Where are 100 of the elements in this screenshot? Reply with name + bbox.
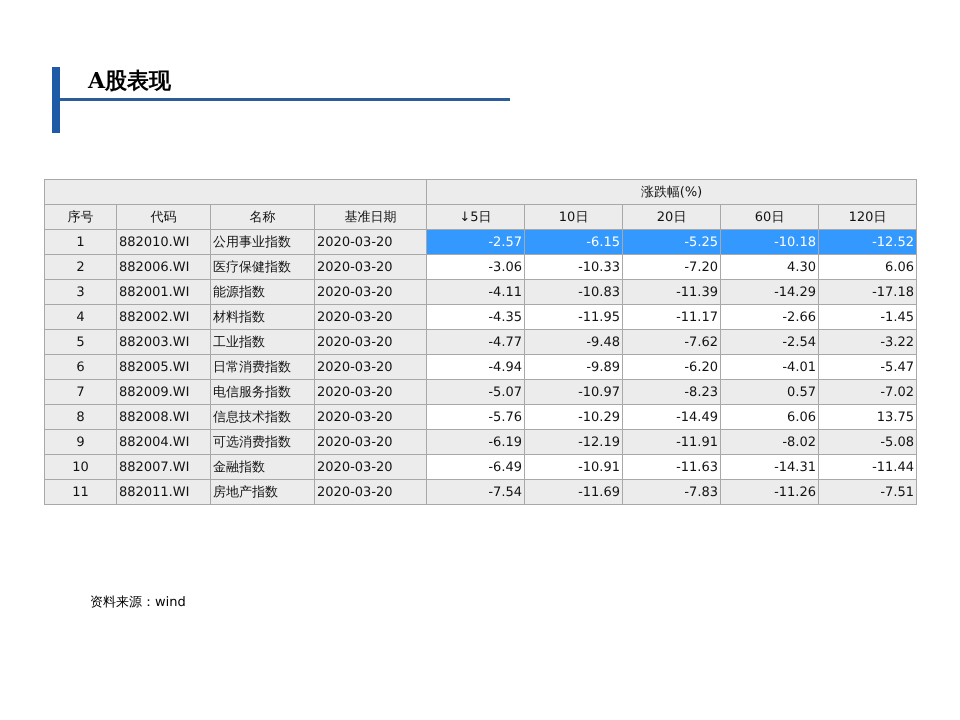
column-header[interactable]: ↓5日: [426, 204, 524, 230]
table-cell: 5: [44, 330, 116, 354]
table-cell: 2020-03-20: [314, 404, 426, 430]
table-cell: -11.17: [622, 304, 720, 330]
table-cell: -11.63: [622, 454, 720, 480]
table-cell: -11.26: [720, 480, 818, 504]
table-cell: -4.35: [426, 304, 524, 330]
column-header[interactable]: 10日: [524, 204, 622, 230]
table-cell: 882008.WI: [116, 404, 210, 430]
table-cell: -10.83: [524, 280, 622, 304]
table-cell: -11.95: [524, 304, 622, 330]
table-cell: -8.02: [720, 430, 818, 454]
table-cell: 可选消费指数: [210, 430, 314, 454]
table-cell: -5.07: [426, 380, 524, 404]
table-cell: 882002.WI: [116, 304, 210, 330]
table-cell: -7.20: [622, 254, 720, 280]
table-cell: 2020-03-20: [314, 480, 426, 504]
table-cell: -10.18: [720, 230, 818, 254]
table-cell: 13.75: [818, 404, 916, 430]
table-cell: 3: [44, 280, 116, 304]
table-cell: -12.52: [818, 230, 916, 254]
table-cell: 6: [44, 354, 116, 380]
table-cell: -7.51: [818, 480, 916, 504]
table-cell: -4.94: [426, 354, 524, 380]
table-cell: 882003.WI: [116, 330, 210, 354]
table-cell: -17.18: [818, 280, 916, 304]
table-cell: 2020-03-20: [314, 230, 426, 254]
table-cell: 882004.WI: [116, 430, 210, 454]
table-cell: -12.19: [524, 430, 622, 454]
table-cell: -11.91: [622, 430, 720, 454]
table-cell: 882009.WI: [116, 380, 210, 404]
table-cell: 4.30: [720, 254, 818, 280]
table-cell: 金融指数: [210, 454, 314, 480]
table-cell: -1.45: [818, 304, 916, 330]
column-header[interactable]: 60日: [720, 204, 818, 230]
table-cell: -11.44: [818, 454, 916, 480]
table-cell: -3.22: [818, 330, 916, 354]
table-cell: 8: [44, 404, 116, 430]
table-cell: 882006.WI: [116, 254, 210, 280]
column-header[interactable]: 代码: [116, 204, 210, 230]
table-cell: 能源指数: [210, 280, 314, 304]
table-cell: -10.91: [524, 454, 622, 480]
table-cell: -5.47: [818, 354, 916, 380]
table-cell: -2.66: [720, 304, 818, 330]
table-cell: 2020-03-20: [314, 354, 426, 380]
table-cell: -14.31: [720, 454, 818, 480]
table-cell: 2020-03-20: [314, 280, 426, 304]
table-cell: 2: [44, 254, 116, 280]
table-cell: -14.29: [720, 280, 818, 304]
table-cell: 2020-03-20: [314, 304, 426, 330]
column-header[interactable]: 20日: [622, 204, 720, 230]
table-cell: -4.11: [426, 280, 524, 304]
table-cell: 882010.WI: [116, 230, 210, 254]
table-cell: 7: [44, 380, 116, 404]
table-cell: 公用事业指数: [210, 230, 314, 254]
table-cell: 0.57: [720, 380, 818, 404]
table-cell: 2020-03-20: [314, 454, 426, 480]
table-cell: -10.97: [524, 380, 622, 404]
table-cell: -6.15: [524, 230, 622, 254]
table-cell: -3.06: [426, 254, 524, 280]
column-header[interactable]: 序号: [44, 204, 116, 230]
table-cell: 882011.WI: [116, 480, 210, 504]
table-cell: -2.57: [426, 230, 524, 254]
table-cell: 6.06: [720, 404, 818, 430]
table-cell: 医疗保健指数: [210, 254, 314, 280]
table-cell: -8.23: [622, 380, 720, 404]
table-cell: 房地产指数: [210, 480, 314, 504]
table-cell: -10.29: [524, 404, 622, 430]
table-cell: 882007.WI: [116, 454, 210, 480]
table-cell: -7.02: [818, 380, 916, 404]
table-cell: 2020-03-20: [314, 330, 426, 354]
table-cell: 信息技术指数: [210, 404, 314, 430]
table-cell: 2020-03-20: [314, 380, 426, 404]
column-header[interactable]: 120日: [818, 204, 916, 230]
table-cell: -5.76: [426, 404, 524, 430]
table-cell: -11.39: [622, 280, 720, 304]
table-cell: -6.20: [622, 354, 720, 380]
column-header[interactable]: 基准日期: [314, 204, 426, 230]
table-cell: 2020-03-20: [314, 430, 426, 454]
table-cell: -4.01: [720, 354, 818, 380]
table-cell: -5.08: [818, 430, 916, 454]
table-cell: 10: [44, 454, 116, 480]
table-cell: 工业指数: [210, 330, 314, 354]
column-header[interactable]: 名称: [210, 204, 314, 230]
table-cell: 6.06: [818, 254, 916, 280]
table-cell: -7.83: [622, 480, 720, 504]
table-cell: -6.49: [426, 454, 524, 480]
table-cell: -6.19: [426, 430, 524, 454]
table-cell: 4: [44, 304, 116, 330]
table-cell: -4.77: [426, 330, 524, 354]
table-cell: -2.54: [720, 330, 818, 354]
table-cell: 11: [44, 480, 116, 504]
table-cell: -10.33: [524, 254, 622, 280]
table-cell: -9.89: [524, 354, 622, 380]
table-cell: -9.48: [524, 330, 622, 354]
table-cell: -7.54: [426, 480, 524, 504]
table-cell: 1: [44, 230, 116, 254]
table-cell: 材料指数: [210, 304, 314, 330]
table-cell: 日常消费指数: [210, 354, 314, 380]
table-cell: 9: [44, 430, 116, 454]
